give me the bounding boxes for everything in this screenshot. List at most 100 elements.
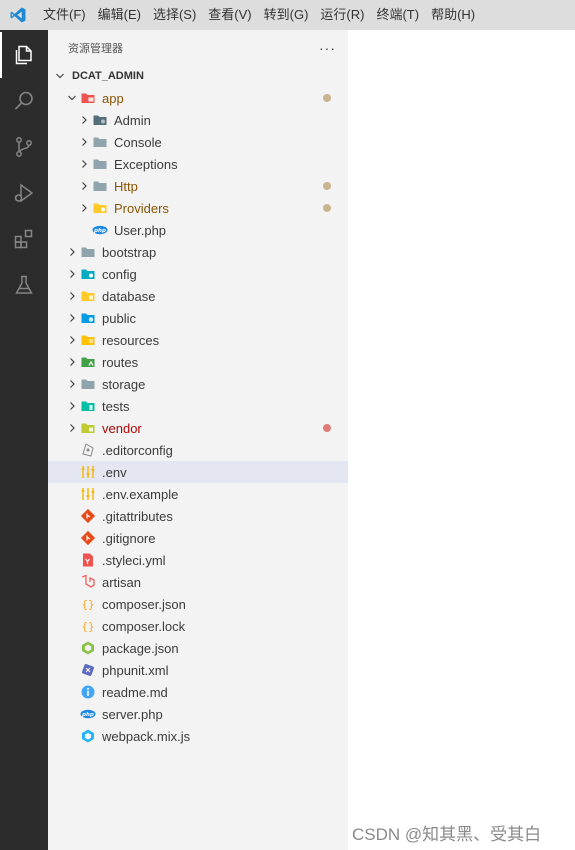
tree-item-label: storage	[102, 376, 146, 392]
explorer-icon[interactable]	[0, 32, 48, 78]
menu-help[interactable]: 帮助(H)	[425, 0, 481, 30]
tree-item-bootstrap[interactable]: bootstrap	[48, 241, 348, 263]
svg-text:{}: {}	[81, 598, 94, 611]
menu-terminal[interactable]: 终端(T)	[370, 0, 425, 30]
tree-item-dot-gitignore[interactable]: .gitignore	[48, 527, 348, 549]
tree-item-composer-json[interactable]: {} composer.json	[48, 593, 348, 615]
menu-file[interactable]: 文件(F)	[37, 0, 92, 30]
explorer-sidebar: 资源管理器 ··· DCAT_ADMIN app Admin Console Exce…	[48, 30, 348, 850]
folder-icon	[92, 178, 108, 194]
tree-item-user-php[interactable]: php User.php	[48, 219, 348, 241]
php-icon: php	[80, 706, 96, 722]
tree-item-tests[interactable]: tests	[48, 395, 348, 417]
tree-item-label: tests	[102, 398, 130, 414]
menu-view[interactable]: 查看(V)	[202, 0, 257, 30]
error-status-dot	[323, 424, 331, 432]
tree-item-composer-lock[interactable]: {} composer.lock	[48, 615, 348, 637]
search-icon[interactable]	[0, 78, 48, 124]
chevron-right-icon[interactable]	[64, 241, 80, 263]
tree-item-artisan[interactable]: artisan	[48, 571, 348, 593]
menu-go[interactable]: 转到(G)	[258, 0, 315, 30]
more-actions-button[interactable]: ···	[319, 40, 336, 56]
source-control-icon[interactable]	[0, 124, 48, 170]
tree-item-admin[interactable]: Admin	[48, 109, 348, 131]
tree-item-label: readme.md	[102, 684, 168, 700]
tree-item-dot-env-example[interactable]: .env.example	[48, 483, 348, 505]
tree-item-dot-styleci-yml[interactable]: .styleci.yml	[48, 549, 348, 571]
chevron-right-icon[interactable]	[64, 373, 80, 395]
tree-item-vendor[interactable]: vendor	[48, 417, 348, 439]
folder-config-icon	[80, 266, 96, 282]
chevron-right-icon[interactable]	[76, 153, 92, 175]
testing-icon[interactable]	[0, 262, 48, 308]
tree-item-http[interactable]: Http	[48, 175, 348, 197]
tree-item-app[interactable]: app	[48, 87, 348, 109]
tree-item-readme-md[interactable]: readme.md	[48, 681, 348, 703]
chevron-right-icon[interactable]	[76, 197, 92, 219]
folder-resources-icon	[80, 332, 96, 348]
chevron-down-icon[interactable]	[64, 87, 80, 109]
tree-item-dot-env[interactable]: .env	[48, 461, 348, 483]
tree-item-package-json[interactable]: package.json	[48, 637, 348, 659]
git-icon	[80, 508, 96, 524]
tree-item-phpunit-xml[interactable]: phpunit.xml	[48, 659, 348, 681]
tree-item-resources[interactable]: resources	[48, 329, 348, 351]
folder-public-icon	[80, 310, 96, 326]
chevron-right-icon[interactable]	[76, 109, 92, 131]
tree-item-label: .editorconfig	[102, 442, 173, 458]
laravel-icon	[80, 574, 96, 590]
tree-item-routes[interactable]: routes	[48, 351, 348, 373]
run-debug-icon[interactable]	[0, 170, 48, 216]
webpack-icon	[80, 728, 96, 744]
json-icon: {}	[80, 596, 96, 612]
tree-root[interactable]: DCAT_ADMIN	[48, 65, 348, 87]
chevron-right-icon[interactable]	[64, 395, 80, 417]
tree-item-public[interactable]: public	[48, 307, 348, 329]
tree-item-console[interactable]: Console	[48, 131, 348, 153]
tree-item-webpack-mix-js[interactable]: webpack.mix.js	[48, 725, 348, 747]
chevron-down-icon[interactable]	[52, 65, 68, 87]
tree-item-config[interactable]: config	[48, 263, 348, 285]
editorconfig-icon	[80, 442, 96, 458]
tree-item-dot-editorconfig[interactable]: .editorconfig	[48, 439, 348, 461]
tree-item-dot-gitattributes[interactable]: .gitattributes	[48, 505, 348, 527]
menu-edit[interactable]: 编辑(E)	[92, 0, 147, 30]
chevron-right-icon[interactable]	[64, 307, 80, 329]
tree-item-exceptions[interactable]: Exceptions	[48, 153, 348, 175]
menu-run[interactable]: 运行(R)	[314, 0, 370, 30]
modified-status-dot	[323, 94, 331, 102]
chevron-right-icon[interactable]	[64, 263, 80, 285]
editor-area	[348, 30, 575, 850]
chevron-right-icon[interactable]	[64, 285, 80, 307]
tree-item-label: Exceptions	[114, 156, 178, 172]
extensions-icon[interactable]	[0, 216, 48, 262]
tree-item-server-php[interactable]: php server.php	[48, 703, 348, 725]
tree-item-storage[interactable]: storage	[48, 373, 348, 395]
tree-item-label: composer.lock	[102, 618, 186, 634]
chevron-right-icon[interactable]	[76, 175, 92, 197]
nodejs-icon	[80, 640, 96, 656]
chevron-right-icon[interactable]	[64, 417, 80, 439]
tree-item-label: Admin	[114, 112, 151, 128]
vscode-logo-icon[interactable]	[0, 0, 36, 30]
modified-status-dot	[323, 182, 331, 190]
tree-item-database[interactable]: database	[48, 285, 348, 307]
chevron-right-icon[interactable]	[64, 351, 80, 373]
tree-item-label: artisan	[102, 574, 142, 590]
folder-tests-icon	[80, 398, 96, 414]
chevron-right-icon[interactable]	[64, 329, 80, 351]
folder-icon	[92, 156, 108, 172]
workspace-root-label: DCAT_ADMIN	[72, 70, 144, 82]
menu-selection[interactable]: 选择(S)	[147, 0, 202, 30]
chevron-right-icon[interactable]	[76, 131, 92, 153]
tree-item-providers[interactable]: Providers	[48, 197, 348, 219]
